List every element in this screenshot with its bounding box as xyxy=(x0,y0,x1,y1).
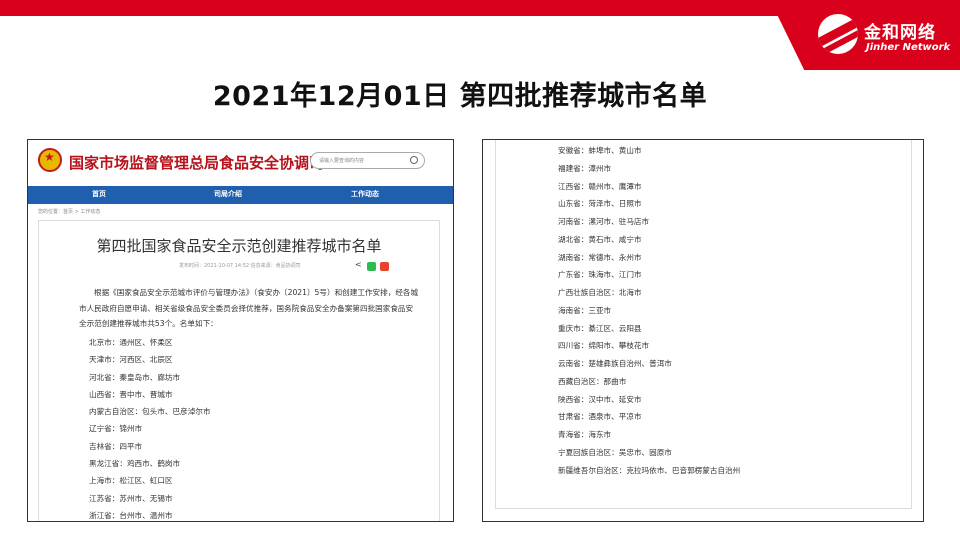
breadcrumb: 您的位置：首页 > 工作动态 xyxy=(38,209,101,215)
list-item: 黑龙江省：鸡西市、鹤岗市 xyxy=(89,459,181,469)
nav-item-news[interactable]: 工作动态 xyxy=(351,189,379,199)
webpage-screenshot-right: 安徽省：蚌埠市、黄山市 福建省：漳州市江西省：赣州市、鹰潭市 山东省：菏泽市、日照市… xyxy=(482,139,924,522)
site-header: 国家市场监督管理总局食品安全协调司 请输入要查询的内容 xyxy=(28,140,453,186)
list-item: 广东省：珠海市、江门市 xyxy=(558,270,642,280)
list-item: 四川省：绵阳市、攀枝花市 xyxy=(558,341,650,351)
list-item: 广西壮族自治区：北海市 xyxy=(558,288,642,297)
article-meta: 发布时间：2021-10-07 14:52 信息来源：食品协调司 xyxy=(179,263,301,269)
article-continued: 安徽省：蚌埠市、黄山市 福建省：漳州市江西省：赣州市、鹰潭市 山东省：菏泽市、日照市… xyxy=(495,140,912,509)
webpage-screenshot-left: 国家市场监督管理总局食品安全协调司 请输入要查询的内容 首页 司局介绍 工作动态… xyxy=(27,139,454,522)
share-icon[interactable]: < xyxy=(355,260,364,269)
list-item: 江苏省：苏州市、无锡市 xyxy=(89,493,173,503)
list-item: 云南省：楚雄彝族自治州、普洱市 xyxy=(558,359,672,368)
slide-title: 2021年12月01日 第四批推荐城市名单 xyxy=(212,81,708,112)
nav-item-about[interactable]: 司局介绍 xyxy=(214,189,242,199)
article: 第四批国家食品安全示范创建推荐城市名单 发布时间：2021-10-07 14:5… xyxy=(38,220,440,521)
list-item: 甘肃省：酒泉市、平凉市 xyxy=(558,412,642,422)
list-item: 湖南省：常德市、永州市 xyxy=(558,252,642,262)
weibo-icon[interactable] xyxy=(380,262,389,271)
list-item: 内蒙古自治区：包头市、巴彦淖尔市 xyxy=(89,407,211,417)
site-name: 国家市场监督管理总局食品安全协调司 xyxy=(69,154,325,172)
list-item: 湖北省：黄石市、咸宁市 xyxy=(558,234,642,244)
list-item: 天津市：河西区、北辰区 xyxy=(89,355,173,365)
brand-logo: 金和网络 Jinher Network xyxy=(770,0,960,70)
list-item: 河南省：漯河市、驻马店市 xyxy=(558,217,650,226)
list-item: 浙江省：台州市、温州市 xyxy=(89,510,173,520)
list-item: 宁夏回族自治区：吴忠市、固原市 xyxy=(558,447,672,457)
city-list-left: 北京市：通州区、怀柔区 天津市：河西区、北辰区 河北省：秦皇岛市、廊坊市 山西省：晋中… xyxy=(89,337,211,521)
national-emblem-icon xyxy=(38,148,62,172)
list-item: 山西省：晋中市、晋城市 xyxy=(89,389,173,399)
list-item: 上海市：松江区、虹口区 xyxy=(89,476,173,486)
city-list-right: 安徽省：蚌埠市、黄山市 福建省：漳州市江西省：赣州市、鹰潭市 山东省：菏泽市、日照市… xyxy=(558,145,740,482)
list-item: 安徽省：蚌埠市、黄山市 xyxy=(558,146,642,155)
nav-item-home[interactable]: 首页 xyxy=(92,189,106,199)
list-item: 江西省：赣州市、鹰潭市 xyxy=(558,181,642,191)
list-item: 海南省：三亚市 xyxy=(558,305,612,315)
list-item: 重庆市：綦江区、云阳县 xyxy=(558,323,642,333)
search-icon[interactable] xyxy=(410,156,418,164)
wechat-icon[interactable] xyxy=(367,262,376,271)
brand-logo-icon xyxy=(818,14,858,54)
list-item: 河北省：秦皇岛市、廊坊市 xyxy=(89,372,181,382)
list-item: 吉林省：四平市 xyxy=(89,441,143,451)
article-title: 第四批国家食品安全示范创建推荐城市名单 xyxy=(96,237,382,255)
list-item: 新疆维吾尔自治区：克拉玛依市、巴音郭楞蒙古自治州 xyxy=(558,465,741,475)
list-item: 青海省：海东市 xyxy=(558,430,612,439)
brand-name-en: Jinher Network xyxy=(866,42,951,53)
site-nav: 首页 司局介绍 工作动态 xyxy=(28,186,453,204)
list-item: 辽宁省：锦州市 xyxy=(89,424,143,434)
brand-name-cn: 金和网络 xyxy=(864,23,936,43)
search-placeholder: 请输入要查询的内容 xyxy=(319,158,365,164)
list-item: 山东省：菏泽市、日照市 xyxy=(558,199,642,209)
list-item: 西藏自治区：那曲市 xyxy=(558,376,627,386)
list-item: 陕西省：汉中市、延安市 xyxy=(558,394,642,404)
article-body: 根据《国家食品安全示范城市评价与管理办法》（食安办〔2021〕5号）和创建工作安… xyxy=(79,288,419,328)
list-item: 福建省：漳州市 xyxy=(558,163,612,173)
search-input[interactable]: 请输入要查询的内容 xyxy=(310,152,425,169)
list-item: 北京市：通州区、怀柔区 xyxy=(89,338,173,347)
